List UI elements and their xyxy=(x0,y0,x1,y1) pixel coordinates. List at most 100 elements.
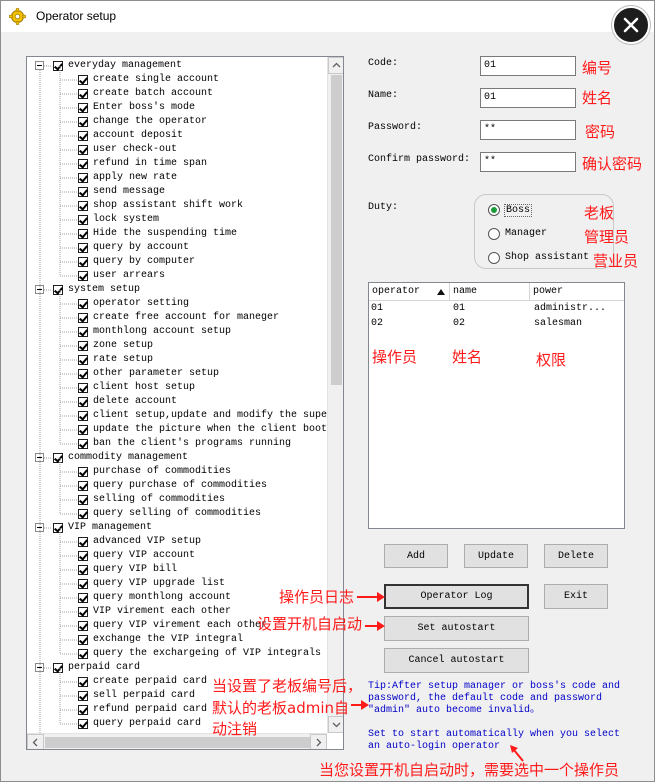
name-input[interactable]: 01 xyxy=(480,88,576,108)
permission-checkbox[interactable] xyxy=(78,75,88,85)
tree-item-row[interactable]: create single account xyxy=(27,73,327,87)
permission-checkbox[interactable] xyxy=(78,621,88,631)
permission-checkbox[interactable] xyxy=(78,481,88,491)
permission-checkbox[interactable] xyxy=(78,369,88,379)
tree-item-row[interactable]: account deposit xyxy=(27,129,327,143)
tree-item-row[interactable]: zone setup xyxy=(27,339,327,353)
permission-checkbox[interactable] xyxy=(78,103,88,113)
permission-checkbox[interactable] xyxy=(53,453,63,463)
tree-horizontal-scrollbar[interactable] xyxy=(27,733,327,749)
permission-checkbox[interactable] xyxy=(78,131,88,141)
tree-item-row[interactable]: advanced VIP setup xyxy=(27,535,327,549)
permission-checkbox[interactable] xyxy=(78,551,88,561)
collapse-icon[interactable] xyxy=(35,453,44,462)
exit-button[interactable]: Exit xyxy=(544,584,608,609)
col-operator[interactable]: operator xyxy=(369,283,450,301)
tree-group-row[interactable]: VIP management xyxy=(27,521,327,535)
tree-group-row[interactable]: perpaid card xyxy=(27,661,327,675)
permission-checkbox[interactable] xyxy=(78,691,88,701)
tree-item-row[interactable]: ban the client's programs running xyxy=(27,437,327,451)
collapse-icon[interactable] xyxy=(35,61,44,70)
code-input[interactable]: 01 xyxy=(480,56,576,76)
tree-item-row[interactable]: user check-out xyxy=(27,143,327,157)
permission-checkbox[interactable] xyxy=(78,159,88,169)
permission-checkbox[interactable] xyxy=(78,299,88,309)
tree-item-row[interactable]: operator setting xyxy=(27,297,327,311)
permission-checkbox[interactable] xyxy=(78,439,88,449)
tree-item-row[interactable]: query by account xyxy=(27,241,327,255)
collapse-icon[interactable] xyxy=(35,523,44,532)
update-button[interactable]: Update xyxy=(464,544,528,568)
tree-group-row[interactable]: system setup xyxy=(27,283,327,297)
tree-scroll-thumb[interactable] xyxy=(331,75,342,385)
tree-item-row[interactable]: query purchase of commodities xyxy=(27,479,327,493)
tree-item-row[interactable]: user arrears xyxy=(27,269,327,283)
tree-item-row[interactable]: query by computer xyxy=(27,255,327,269)
permission-checkbox[interactable] xyxy=(78,215,88,225)
operator-grid[interactable]: operator name power 01 01 administr... 0… xyxy=(368,282,625,529)
permission-checkbox[interactable] xyxy=(78,467,88,477)
permission-checkbox[interactable] xyxy=(78,607,88,617)
tree-item-row[interactable]: create free account for maneger xyxy=(27,311,327,325)
permission-checkbox[interactable] xyxy=(78,677,88,687)
tree-item-row[interactable]: client host setup xyxy=(27,381,327,395)
permission-checkbox[interactable] xyxy=(78,201,88,211)
permission-checkbox[interactable] xyxy=(78,495,88,505)
confirm-password-input[interactable]: ** xyxy=(480,152,576,172)
permission-checkbox[interactable] xyxy=(78,579,88,589)
close-button[interactable] xyxy=(612,6,650,44)
permission-checkbox[interactable] xyxy=(78,341,88,351)
tree-item-row[interactable]: Enter boss's mode xyxy=(27,101,327,115)
tree-item-row[interactable]: shop assistant shift work xyxy=(27,199,327,213)
permission-checkbox[interactable] xyxy=(53,61,63,71)
cancel-autostart-button[interactable]: Cancel autostart xyxy=(384,648,529,673)
permission-checkbox[interactable] xyxy=(78,649,88,659)
collapse-icon[interactable] xyxy=(35,663,44,672)
radio-shop-assistant-label[interactable]: Shop assistant xyxy=(505,252,589,263)
permission-checkbox[interactable] xyxy=(78,565,88,575)
delete-button[interactable]: Delete xyxy=(544,544,608,568)
permission-checkbox[interactable] xyxy=(78,313,88,323)
permission-checkbox[interactable] xyxy=(78,719,88,729)
tree-group-row[interactable]: everyday management xyxy=(27,59,327,73)
tree-item-row[interactable]: client setup,update and modify the supe xyxy=(27,409,327,423)
permission-checkbox[interactable] xyxy=(78,355,88,365)
add-button[interactable]: Add xyxy=(384,544,448,568)
tree-item-row[interactable]: exchange the VIP integral xyxy=(27,633,327,647)
permission-checkbox[interactable] xyxy=(78,509,88,519)
tree-item-row[interactable]: query VIP bill xyxy=(27,563,327,577)
scroll-down-button[interactable] xyxy=(328,716,343,733)
radio-manager-label[interactable]: Manager xyxy=(505,228,547,239)
tree-item-row[interactable]: change the operator xyxy=(27,115,327,129)
tree-item-row[interactable]: delete account xyxy=(27,395,327,409)
tree-item-row[interactable]: monthlong account setup xyxy=(27,325,327,339)
radio-boss[interactable] xyxy=(488,204,500,216)
tree-item-row[interactable]: Hide the suspending time xyxy=(27,227,327,241)
permission-checkbox[interactable] xyxy=(78,257,88,267)
permission-checkbox[interactable] xyxy=(78,635,88,645)
permission-checkbox[interactable] xyxy=(78,89,88,99)
permission-checkbox[interactable] xyxy=(78,705,88,715)
permission-checkbox[interactable] xyxy=(78,397,88,407)
password-input[interactable]: ** xyxy=(480,120,576,140)
permission-checkbox[interactable] xyxy=(78,243,88,253)
permission-checkbox[interactable] xyxy=(78,229,88,239)
permission-checkbox[interactable] xyxy=(78,425,88,435)
permission-checkbox[interactable] xyxy=(78,187,88,197)
permission-checkbox[interactable] xyxy=(53,663,63,673)
tree-item-row[interactable]: apply new rate xyxy=(27,171,327,185)
permission-checkbox[interactable] xyxy=(78,411,88,421)
tree-item-row[interactable]: query perpaid card xyxy=(27,717,327,731)
tree-item-row[interactable]: update the picture when the client boot xyxy=(27,423,327,437)
permission-checkbox[interactable] xyxy=(53,285,63,295)
tree-item-row[interactable]: send message xyxy=(27,185,327,199)
tree-item-row[interactable]: purchase of commodities xyxy=(27,465,327,479)
permission-checkbox[interactable] xyxy=(78,537,88,547)
tree-group-row[interactable]: commodity management xyxy=(27,451,327,465)
permission-checkbox[interactable] xyxy=(78,593,88,603)
tree-item-row[interactable]: selling of commodities xyxy=(27,493,327,507)
set-autostart-button[interactable]: Set autostart xyxy=(384,616,529,641)
permission-checkbox[interactable] xyxy=(78,117,88,127)
tree-item-row[interactable]: query selling of commodities xyxy=(27,507,327,521)
permission-checkbox[interactable] xyxy=(78,327,88,337)
